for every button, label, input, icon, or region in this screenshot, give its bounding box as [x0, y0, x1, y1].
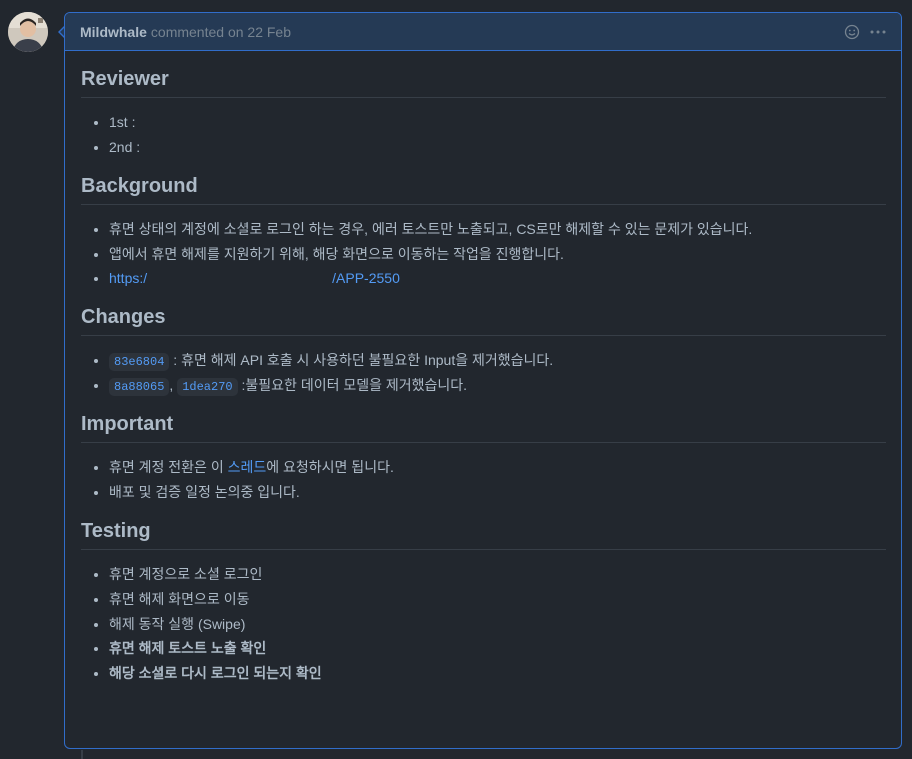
list-item: https:/ /APP-2550 [109, 268, 886, 289]
comment-box: Mildwhale commented on 22 Feb Reviewer •… [64, 12, 902, 749]
author-name[interactable]: Mildwhale [80, 24, 147, 40]
commit-sha: 8a88065 [109, 378, 170, 397]
item-text: 에 요청하시면 됩니다. [266, 459, 394, 476]
list-item: 휴면 상태의 계정에 소셜로 로그인 하는 경우, 에러 토스트만 노출되고, … [109, 219, 886, 240]
link-prefix: https:/ [109, 270, 148, 287]
changes-list: 83e6804 : 휴면 해제 API 호출 시 사용하던 불필요한 Input… [81, 350, 886, 397]
avatar-image [8, 12, 48, 52]
kebab-horizontal-icon[interactable] [869, 23, 887, 41]
item-text: 휴면 계정 전환은 이 [109, 459, 228, 476]
commit-link[interactable]: 8a88065 [109, 377, 170, 397]
list-item: 배포 및 검증 일정 논의중 입니다. [109, 482, 886, 503]
commit-link[interactable]: 1dea270 [177, 377, 238, 397]
smiley-icon[interactable] [843, 23, 861, 41]
list-item: 83e6804 : 휴면 해제 API 호출 시 사용하던 불필요한 Input… [109, 350, 886, 372]
background-list: 휴면 상태의 계정에 소셜로 로그인 하는 경우, 에러 토스트만 노출되고, … [81, 219, 886, 290]
reviewer-list: 1st : 2nd : [81, 112, 886, 158]
list-item: 휴면 해제 토스트 노출 확인 [109, 638, 886, 659]
list-item: 해당 소셜로 다시 로그인 되는지 확인 [109, 663, 886, 684]
list-item: 휴면 계정으로 소셜 로그인 [109, 564, 886, 585]
comment-actions [843, 23, 887, 41]
list-item: 8a88065, 1dea270 :불필요한 데이터 모델을 제거했습니다. [109, 375, 886, 397]
comment-timestamp[interactable]: commented on 22 Feb [151, 24, 291, 40]
list-item: 휴면 해제 화면으로 이동 [109, 589, 886, 610]
list-item: 해제 동작 실행 (Swipe) [109, 614, 886, 635]
comment-body: Reviewer 1st : 2nd : Background 휴면 상태의 계… [65, 51, 901, 684]
comment-header: Mildwhale commented on 22 Feb [65, 13, 901, 51]
important-list: 휴면 계정 전환은 이 스레드에 요청하시면 됩니다. 배포 및 검증 일정 논… [81, 457, 886, 503]
commit-link[interactable]: 83e6804 [109, 352, 170, 372]
thread-link[interactable]: 스레드 [228, 459, 267, 475]
list-item: 2nd : [109, 137, 886, 158]
avatar[interactable] [8, 12, 48, 52]
heading-background: Background [81, 174, 886, 205]
list-item: 1st : [109, 112, 886, 133]
testing-list: 휴면 계정으로 소셜 로그인 휴면 해제 화면으로 이동 해제 동작 실행 (S… [81, 564, 886, 684]
heading-important: Important [81, 412, 886, 444]
list-item: 앱에서 휴면 해제를 지원하기 위해, 해당 화면으로 이동하는 작업을 진행합… [109, 244, 886, 265]
commit-sha: 83e6804 [109, 353, 170, 372]
change-text: :불필요한 데이터 모델을 제거했습니다. [237, 377, 468, 394]
change-text: : 휴면 해제 API 호출 시 사용하던 불필요한 Input을 제거했습니다… [169, 352, 554, 369]
list-item: 휴면 계정 전환은 이 스레드에 요청하시면 됩니다. [109, 457, 886, 478]
heading-testing: Testing [81, 519, 886, 550]
timeline-line [81, 750, 83, 759]
commit-sha: 1dea270 [177, 378, 238, 397]
heading-changes: Changes [81, 305, 886, 337]
link-suffix: /APP-2550 [332, 270, 400, 287]
jira-link[interactable]: https:/ /APP-2550 [109, 270, 400, 286]
heading-reviewer: Reviewer [81, 67, 886, 98]
